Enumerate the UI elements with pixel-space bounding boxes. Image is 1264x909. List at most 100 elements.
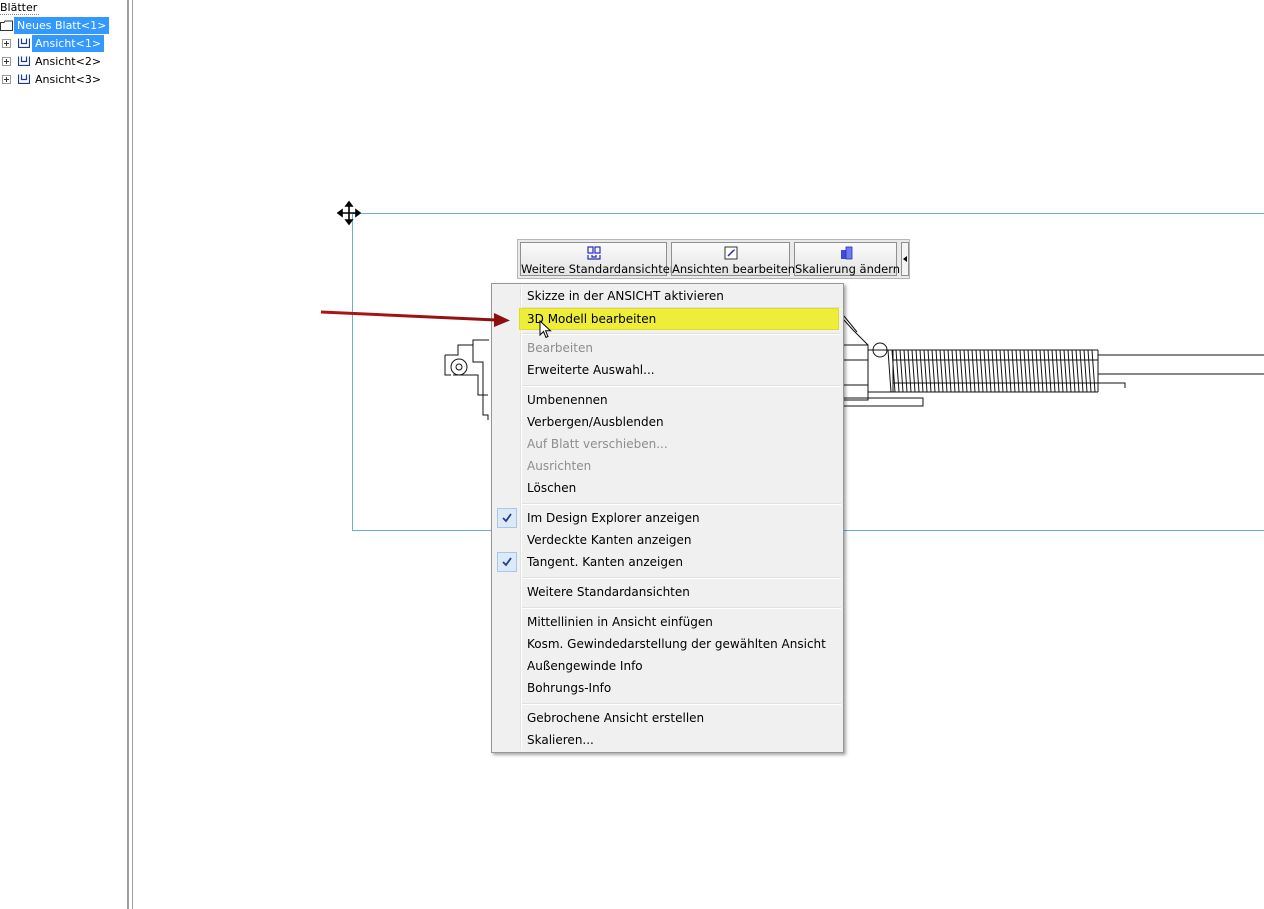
view-icon [18,38,30,48]
spring-coil [991,349,996,393]
spring-coil [1015,349,1020,393]
expand-icon[interactable] [2,75,11,84]
spring-coil [1063,349,1068,393]
menu-separator [522,385,841,387]
spring-coil [987,349,992,393]
spring-coil [887,349,892,393]
spring-coil [1091,349,1096,393]
spring-coil [951,349,956,393]
mini-toolbar: Weitere Standardansichten Ansichten bear… [517,239,910,279]
checkmark-icon [497,508,517,528]
spring-coil [911,349,916,393]
spring-coil [943,349,948,393]
tree-title: Blätter [0,1,40,15]
spring-coil [975,349,980,393]
spring-coil [979,349,984,393]
spring-coil [1047,349,1052,393]
tree-item-view-2[interactable]: Ansicht<2> [0,53,101,70]
view-icon [18,56,30,66]
standard-views-label: Weitere Standardansichten [521,262,678,276]
menu-item-label: Ausrichten [527,459,592,473]
spring-coil [1051,349,1056,393]
menu-separator [522,607,841,609]
spring-coil [959,349,964,393]
menu-item-external-thread-info[interactable]: Außengewinde Info [494,655,841,677]
spring-coil [1035,349,1040,393]
expand-icon[interactable] [2,57,11,66]
menu-item-label: Kosm. Gewindedarstellung der gewählten A… [527,637,826,651]
menu-separator [522,703,841,705]
menu-item-rename[interactable]: Umbenennen [494,389,841,411]
menu-item-label: Skizze in der ANSICHT aktivieren [527,289,724,303]
menu-item-cosmetic-thread[interactable]: Kosm. Gewindedarstellung der gewählten A… [494,633,841,655]
menu-item-label: Verbergen/Ausblenden [527,415,664,429]
spring-coil [995,349,1000,393]
menu-item-hole-info[interactable]: Bohrungs-Info [494,677,841,699]
spring-coil [895,349,900,393]
menu-item-label: Auf Blatt verschieben... [527,437,668,451]
mouse-cursor-icon [539,320,552,339]
spring-coil [907,349,912,393]
tree-item-view-3[interactable]: Ansicht<3> [0,71,101,88]
tree-item-view-label: Ansicht<2> [35,55,102,68]
menu-item-show-hidden-edges[interactable]: Verdeckte Kanten anzeigen [494,529,841,551]
menu-item-show-in-design-explorer[interactable]: Im Design Explorer anzeigen [494,507,841,529]
menu-item-delete[interactable]: Löschen [494,477,841,499]
change-scale-button[interactable]: Skalierung ändern [794,242,901,276]
menu-separator [522,503,841,505]
spring-coil [1031,349,1036,393]
tree-item-view-1[interactable]: Ansicht<1> [0,35,105,52]
sheet-tree-panel: Blätter Neues Blatt<1> Ansicht<1> Ansich… [0,0,128,909]
spring-coil [1055,349,1060,393]
change-scale-label: Skalierung ändern [795,262,901,276]
scale-icon [840,246,852,260]
sheet-icon [0,20,13,31]
spring-coil [939,349,944,393]
standard-views-button[interactable]: Weitere Standardansichten [520,242,678,276]
menu-item-hide[interactable]: Verbergen/Ausblenden [494,411,841,433]
spring-coil [919,349,924,393]
edit-views-button[interactable]: Ansichten bearbeiten [671,242,795,276]
spring-coil [971,349,976,393]
menu-item-edit-3d-model[interactable]: 3D Modell bearbeiten [519,308,839,330]
menu-item-label: Im Design Explorer anzeigen [527,511,700,525]
spring-coil [915,349,920,393]
menu-separator [522,577,841,579]
menu-item-activate-sketch[interactable]: Skizze in der ANSICHT aktivieren [494,285,841,307]
menu-item-label: Bearbeiten [527,341,593,355]
menu-item-label: Tangent. Kanten anzeigen [527,555,683,569]
spring-coil [935,349,940,393]
context-menu: Skizze in der ANSICHT aktivieren 3D Mode… [491,283,844,753]
spring-coil [927,349,932,393]
spring-coil [1043,349,1048,393]
expand-icon[interactable] [2,39,11,48]
standard-views-icon [586,246,601,260]
menu-item-label: Mittellinien in Ansicht einfügen [527,615,713,629]
menu-item-insert-centerlines[interactable]: Mittellinien in Ansicht einfügen [494,611,841,633]
spring-coil [899,349,904,393]
menu-item-scale[interactable]: Skalieren... [494,729,841,751]
toolbar-overflow-button[interactable] [901,242,909,276]
menu-item-extended-selection[interactable]: Erweiterte Auswahl... [494,359,841,381]
spring-coil [931,349,936,393]
tree-item-sheet-label: Neues Blatt<1> [14,17,110,34]
menu-item-show-tangent-edges[interactable]: Tangent. Kanten anzeigen [494,551,841,573]
spring-coil [955,349,960,393]
spring-coil [1019,349,1024,393]
menu-item-align: Ausrichten [494,455,841,477]
menu-item-more-standard-views[interactable]: Weitere Standardansichten [494,581,841,603]
menu-item-create-broken-view[interactable]: Gebrochene Ansicht erstellen [494,707,841,729]
menu-item-label: Verdeckte Kanten anzeigen [527,533,692,547]
spring-coil [1087,349,1092,393]
menu-item-label: Skalieren... [527,733,594,747]
menu-item-label: Umbenennen [527,393,608,407]
spring-coil [999,349,1004,393]
tree-item-view-label: Ansicht<3> [35,73,102,86]
spring-coil [963,349,968,393]
spring-coil [1079,349,1084,393]
spring-coil [1059,349,1064,393]
spring-coil [1011,349,1016,393]
menu-item-label: Erweiterte Auswahl... [527,363,655,377]
menu-item-label: Bohrungs-Info [527,681,612,695]
menu-item-label: Löschen [527,481,577,495]
